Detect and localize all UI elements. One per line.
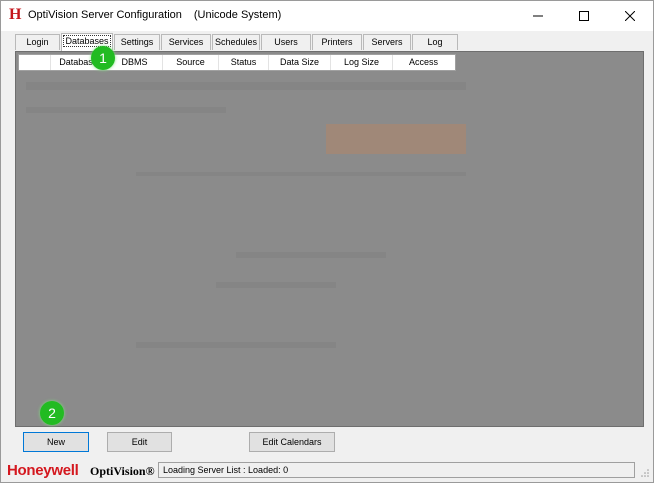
annotation-marker-1: 1 <box>91 46 115 70</box>
tab-label: Users <box>274 37 298 47</box>
grid-column-header[interactable]: DBMS <box>107 55 163 70</box>
window-title: OptiVision Server Configuration (Unicode … <box>28 9 281 21</box>
new-button[interactable]: New <box>23 432 89 452</box>
tab-printers[interactable]: Printers <box>312 34 362 50</box>
resize-grip-icon[interactable] <box>640 468 650 478</box>
grid-column-header[interactable]: Data Size <box>269 55 331 70</box>
tab-login[interactable]: Login <box>15 34 60 50</box>
title-bar[interactable]: H OptiVision Server Configuration (Unicod… <box>1 1 653 31</box>
client-area: Login Databases Settings Services Schedu… <box>1 31 653 482</box>
app-window: H OptiVision Server Configuration (Unicod… <box>0 0 654 483</box>
close-icon <box>625 11 635 21</box>
tab-label: Schedules <box>214 37 258 47</box>
minimize-button[interactable] <box>515 1 561 31</box>
tab-services[interactable]: Services <box>161 34 211 50</box>
grid-column-header[interactable]: Access <box>393 55 454 70</box>
window-title-suffix: (Unicode System) <box>193 9 282 21</box>
product-name: OptiVision® <box>90 464 155 478</box>
tab-servers[interactable]: Servers <box>363 34 411 50</box>
close-button[interactable] <box>607 1 653 31</box>
background-shadow <box>26 82 466 90</box>
tab-users[interactable]: Users <box>261 34 311 50</box>
grid-column-header[interactable]: Log Size <box>331 55 393 70</box>
maximize-icon <box>579 11 589 21</box>
tab-label: Servers <box>371 37 403 47</box>
maximize-button[interactable] <box>561 1 607 31</box>
grid-column-header[interactable]: Status <box>219 55 269 70</box>
window-title-text: OptiVision Server Configuration <box>28 9 182 21</box>
background-shadow <box>26 107 226 113</box>
edit-calendars-button[interactable]: Edit Calendars <box>249 432 335 452</box>
minimize-icon <box>533 15 543 17</box>
background-shadow <box>136 342 336 348</box>
honeywell-logo: Honeywell <box>7 462 79 479</box>
grid-column-header[interactable]: Source <box>163 55 219 70</box>
tab-label: Printers <box>321 37 353 47</box>
databases-panel: Database DBMS Source Status Data Size Lo… <box>15 51 644 427</box>
app-logo-icon: H <box>9 6 22 23</box>
tab-label: Login <box>26 37 49 47</box>
background-shadow <box>236 252 386 258</box>
tab-schedules[interactable]: Schedules <box>212 34 260 50</box>
background-shadow <box>216 282 336 288</box>
database-grid[interactable]: Database DBMS Source Status Data Size Lo… <box>18 54 456 71</box>
grid-column-header[interactable] <box>19 55 51 70</box>
edit-button[interactable]: Edit <box>107 432 172 452</box>
status-bar: Honeywell OptiVision® Loading Server Lis… <box>1 460 653 481</box>
tab-log[interactable]: Log <box>412 34 458 50</box>
background-shadow <box>136 172 466 176</box>
tab-label: Settings <box>120 37 154 47</box>
tab-label: Services <box>168 37 204 47</box>
tab-label: Log <box>427 37 443 47</box>
annotation-marker-2: 2 <box>40 401 64 425</box>
background-shadow <box>326 124 466 154</box>
tab-settings[interactable]: Settings <box>114 34 160 50</box>
status-message: Loading Server List : Loaded: 0 <box>158 462 635 478</box>
